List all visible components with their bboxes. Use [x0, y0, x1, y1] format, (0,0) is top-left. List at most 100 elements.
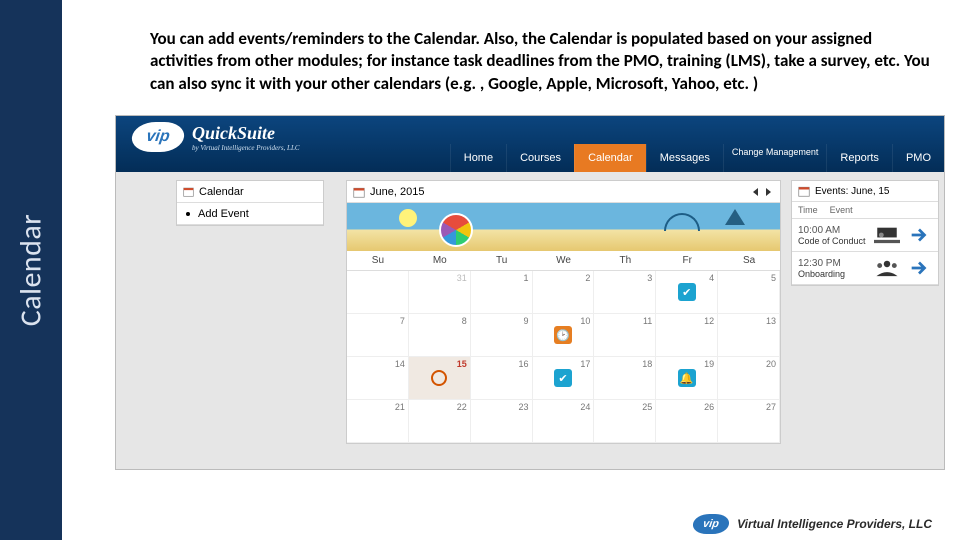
calendar-day[interactable]: 20 [718, 357, 780, 400]
tab-calendar[interactable]: Calendar [574, 144, 646, 172]
weekday-tu: Tu [471, 251, 533, 270]
day-number: 9 [524, 316, 529, 326]
calendar-day[interactable]: 18 [594, 357, 656, 400]
check-icon: ✔ [554, 369, 572, 387]
calendar-card: June, 2015 Su Mo Tu We Th Fr Sa 311234✔5 [346, 180, 781, 444]
tab-courses[interactable]: Courses [506, 144, 574, 172]
app-header: vip QuickSuite by Virtual Intelligence P… [116, 116, 944, 172]
event-name: Onboarding [798, 269, 868, 279]
day-number: 15 [457, 359, 467, 369]
col-time: Time [798, 205, 818, 215]
calendar-day[interactable]: 11 [594, 314, 656, 357]
calendar-day[interactable]: 23 [471, 400, 533, 443]
calendar-day[interactable]: 4✔ [656, 271, 718, 314]
calendar-header: June, 2015 [347, 181, 780, 203]
tab-messages[interactable]: Messages [646, 144, 723, 172]
day-number: 22 [457, 402, 467, 412]
check-icon: ✔ [678, 283, 696, 301]
calendar-day[interactable]: 8 [409, 314, 471, 357]
calendar-day[interactable]: 9 [471, 314, 533, 357]
calendar-day[interactable]: 15 [409, 357, 471, 400]
calendar-day[interactable]: 24 [533, 400, 595, 443]
calendar-day[interactable]: 7 [347, 314, 409, 357]
day-number: 20 [766, 359, 776, 369]
day-number: 13 [766, 316, 776, 326]
events-columns: Time Event [792, 202, 938, 219]
calendar-day[interactable]: 10🕑 [533, 314, 595, 357]
calendar-day[interactable]: 17 ✔ [533, 357, 595, 400]
rail-title: Calendar [13, 214, 50, 327]
vip-logo-icon: vip [130, 122, 186, 152]
weekday-su: Su [347, 251, 409, 270]
event-name: Code of Conduct [798, 236, 868, 246]
day-number: 26 [704, 402, 714, 412]
day-number: 23 [519, 402, 529, 412]
calendar-icon [353, 186, 365, 198]
day-number: 7 [400, 316, 405, 326]
suite-title: QuickSuite [192, 123, 275, 143]
open-event-icon[interactable] [906, 224, 932, 246]
month-banner [347, 203, 780, 251]
add-event-label: Add Event [198, 208, 249, 220]
add-event-link[interactable]: Add Event [177, 203, 323, 225]
tab-home[interactable]: Home [450, 144, 506, 172]
events-header: Events: June, 15 [792, 181, 938, 202]
calendar-day[interactable]: 25 [594, 400, 656, 443]
weekday-fr: Fr [656, 251, 718, 270]
calendar-day[interactable]: 13 [718, 314, 780, 357]
events-title: Events: June, 15 [815, 186, 890, 197]
calendar-day[interactable]: 19 🔔 [656, 357, 718, 400]
calendar-day[interactable]: 27 [718, 400, 780, 443]
calendar-day[interactable]: 16 [471, 357, 533, 400]
ring-icon [431, 370, 447, 386]
app-logo: vip QuickSuite by Virtual Intelligence P… [132, 122, 300, 152]
calendar-day[interactable]: 1 [471, 271, 533, 314]
day-number: 16 [519, 359, 529, 369]
day-number: 19 [704, 359, 714, 369]
calendar-day[interactable]: 14 [347, 357, 409, 400]
events-card: Events: June, 15 Time Event 10:00 AM Cod… [791, 180, 939, 286]
calendar-day[interactable]: 5 [718, 271, 780, 314]
open-event-icon[interactable] [906, 257, 932, 279]
clock-icon: 🕑 [554, 326, 572, 344]
weekday-th: Th [594, 251, 656, 270]
tab-change-mgmt[interactable]: Change Management [723, 144, 827, 172]
calendar-day[interactable]: 12 [656, 314, 718, 357]
vip-logo-icon: vip [692, 514, 731, 534]
calendar-day[interactable]: 22 [409, 400, 471, 443]
day-number: 17 [580, 359, 590, 369]
training-icon [874, 224, 900, 246]
calendar-day[interactable]: 21 [347, 400, 409, 443]
calendar-day[interactable]: 26 [656, 400, 718, 443]
footer-text: Virtual Intelligence Providers, LLC [737, 517, 932, 531]
day-number: 27 [766, 402, 776, 412]
slide-footer: vip Virtual Intelligence Providers, LLC [693, 514, 932, 534]
calendar-day[interactable]: 2 [533, 271, 595, 314]
people-icon [874, 257, 900, 279]
day-number: 24 [580, 402, 590, 412]
app-stage: Calendar Add Event June, 2015 [116, 172, 944, 469]
bell-icon: 🔔 [678, 369, 696, 387]
calendar-day[interactable] [347, 271, 409, 314]
day-number: 18 [642, 359, 652, 369]
calendar-icon [798, 185, 810, 197]
page-description: You can add events/reminders to the Cale… [150, 28, 930, 95]
calendar-title: June, 2015 [370, 186, 424, 198]
day-number: 8 [462, 316, 467, 326]
event-item[interactable]: 12:30 PM Onboarding [792, 252, 938, 285]
sidebar-heading: Calendar [177, 181, 323, 203]
calendar-day[interactable]: 3 [594, 271, 656, 314]
wave-icon [664, 213, 700, 231]
day-number: 5 [771, 273, 776, 283]
col-event: Event [830, 205, 853, 215]
prev-month-button[interactable] [750, 186, 762, 198]
weekday-header: Su Mo Tu We Th Fr Sa [347, 251, 780, 271]
tab-pmo[interactable]: PMO [892, 144, 944, 172]
event-item[interactable]: 10:00 AM Code of Conduct [792, 219, 938, 252]
weekday-sa: Sa [718, 251, 780, 270]
calendar-day[interactable]: 31 [409, 271, 471, 314]
sun-icon [399, 209, 417, 227]
app-screenshot: vip QuickSuite by Virtual Intelligence P… [115, 115, 945, 470]
tab-reports[interactable]: Reports [826, 144, 892, 172]
next-month-button[interactable] [762, 186, 774, 198]
